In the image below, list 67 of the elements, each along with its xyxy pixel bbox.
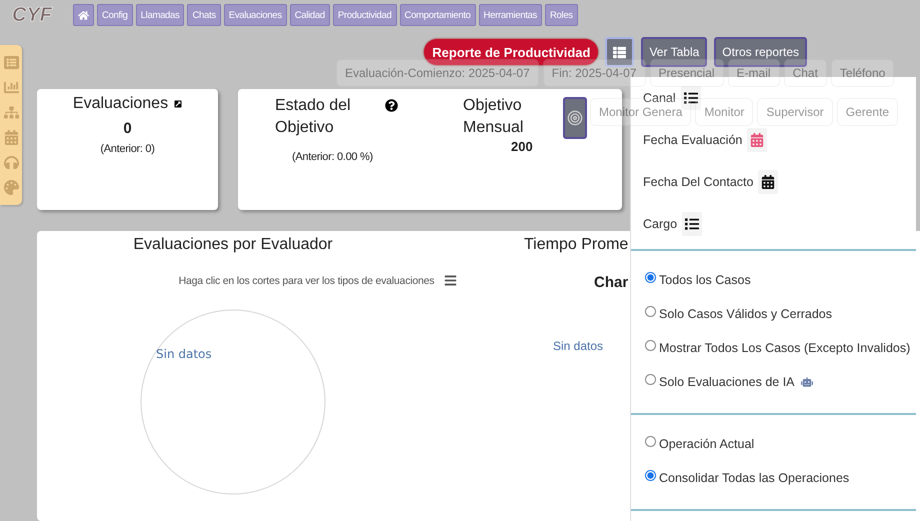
filter-chip[interactable]: Monitor: [695, 98, 754, 126]
list-icon: [684, 91, 698, 105]
calendar-icon: [750, 133, 764, 147]
nav-button[interactable]: Calidad: [290, 4, 330, 26]
chart-title: Evaluaciones por Evaluador: [133, 236, 333, 254]
group-by-label: Cargo: [643, 217, 678, 231]
toolbar-button[interactable]: Ver Tabla: [641, 37, 708, 67]
card-title: Objetivo Mensual: [463, 96, 524, 138]
nav-button[interactable]: Chats: [187, 4, 221, 26]
chart-subtitle: Haga clic en los cortes para ver los tipos de evaluaciones: [178, 274, 434, 286]
option-label: Solo Evaluaciones de IA: [659, 375, 795, 389]
group-by-button[interactable]: [758, 170, 778, 194]
filter-chip[interactable]: Teléfono: [830, 59, 894, 87]
nav-button[interactable]: Comportamiento: [400, 4, 476, 26]
evaluations-count: 0: [123, 120, 132, 137]
chart-heading: Char: [594, 274, 628, 291]
nav-button[interactable]: Llamadas: [136, 4, 184, 26]
radio-button[interactable]: [645, 306, 656, 316]
no-data-text: Sin datos: [553, 339, 604, 353]
target-value: 200: [511, 139, 534, 154]
option-label: Todos los Casos: [659, 273, 751, 287]
previous-value: (Anterior: 0.00 %): [292, 151, 374, 163]
radio-button[interactable]: [645, 436, 656, 446]
home-icon: [78, 10, 89, 20]
robot-icon: [800, 376, 813, 388]
radio-button[interactable]: [645, 340, 656, 350]
target-button[interactable]: [563, 97, 587, 139]
filter-chip[interactable]: Gerente: [836, 98, 898, 126]
filter-chip[interactable]: Supervisor: [757, 98, 833, 126]
chart-title: Tiempo Prome: [524, 236, 630, 254]
radio-button[interactable]: [645, 470, 656, 480]
group-by-button[interactable]: [682, 212, 702, 236]
card-title: Evaluaciones: [72, 94, 168, 114]
external-link-icon[interactable]: [174, 100, 182, 108]
option-label: Solo Casos Válidos y Cerrados: [659, 307, 832, 321]
radio-button[interactable]: [645, 272, 656, 282]
table-icon: [613, 46, 626, 58]
nav-button[interactable]: Herramientas: [478, 4, 542, 26]
filter-chip[interactable]: E-mail: [728, 59, 780, 87]
nav-button[interactable]: Productividad: [332, 4, 397, 26]
table-view-button[interactable]: [605, 37, 634, 67]
option-label: Operación Actual: [659, 437, 754, 451]
target-icon: [567, 110, 583, 126]
option-label: Consolidar Todas las Operaciones: [659, 471, 850, 485]
card-title: Estado del Objetivo: [275, 96, 352, 138]
nav-button[interactable]: Roles: [544, 4, 578, 26]
option-label: Mostrar Todos Los Casos (Excepto Invalidos): [659, 341, 910, 355]
group-by-button[interactable]: [680, 86, 701, 110]
nav-button[interactable]: Config: [97, 4, 133, 26]
filter-chip[interactable]: Fin: 2025-04-07: [542, 59, 646, 87]
menu-icon[interactable]: [444, 274, 458, 287]
filter-chip[interactable]: Evaluación-Comienzo: 2025-04-07: [336, 59, 539, 87]
calendar-icon: [761, 175, 776, 189]
help-icon[interactable]: [385, 99, 398, 112]
no-data-text: Sin datos: [156, 347, 212, 361]
filter-chip[interactable]: Chat: [784, 59, 827, 87]
group-by-label: Fecha Del Contacto: [643, 175, 754, 189]
radio-button[interactable]: [645, 374, 656, 384]
previous-value: (Anterior: 0): [100, 143, 155, 155]
home-button[interactable]: [73, 4, 94, 26]
nav-button[interactable]: Evaluaciones: [224, 4, 287, 26]
report-title: Reporte de Productividad: [424, 39, 598, 65]
list-icon: [685, 217, 700, 231]
group-by-label: Fecha Evaluación: [643, 133, 742, 147]
logo: CYF: [12, 4, 54, 26]
filter-chip[interactable]: Presencial: [650, 59, 724, 87]
toolbar-button[interactable]: Otros reportes: [714, 37, 807, 67]
